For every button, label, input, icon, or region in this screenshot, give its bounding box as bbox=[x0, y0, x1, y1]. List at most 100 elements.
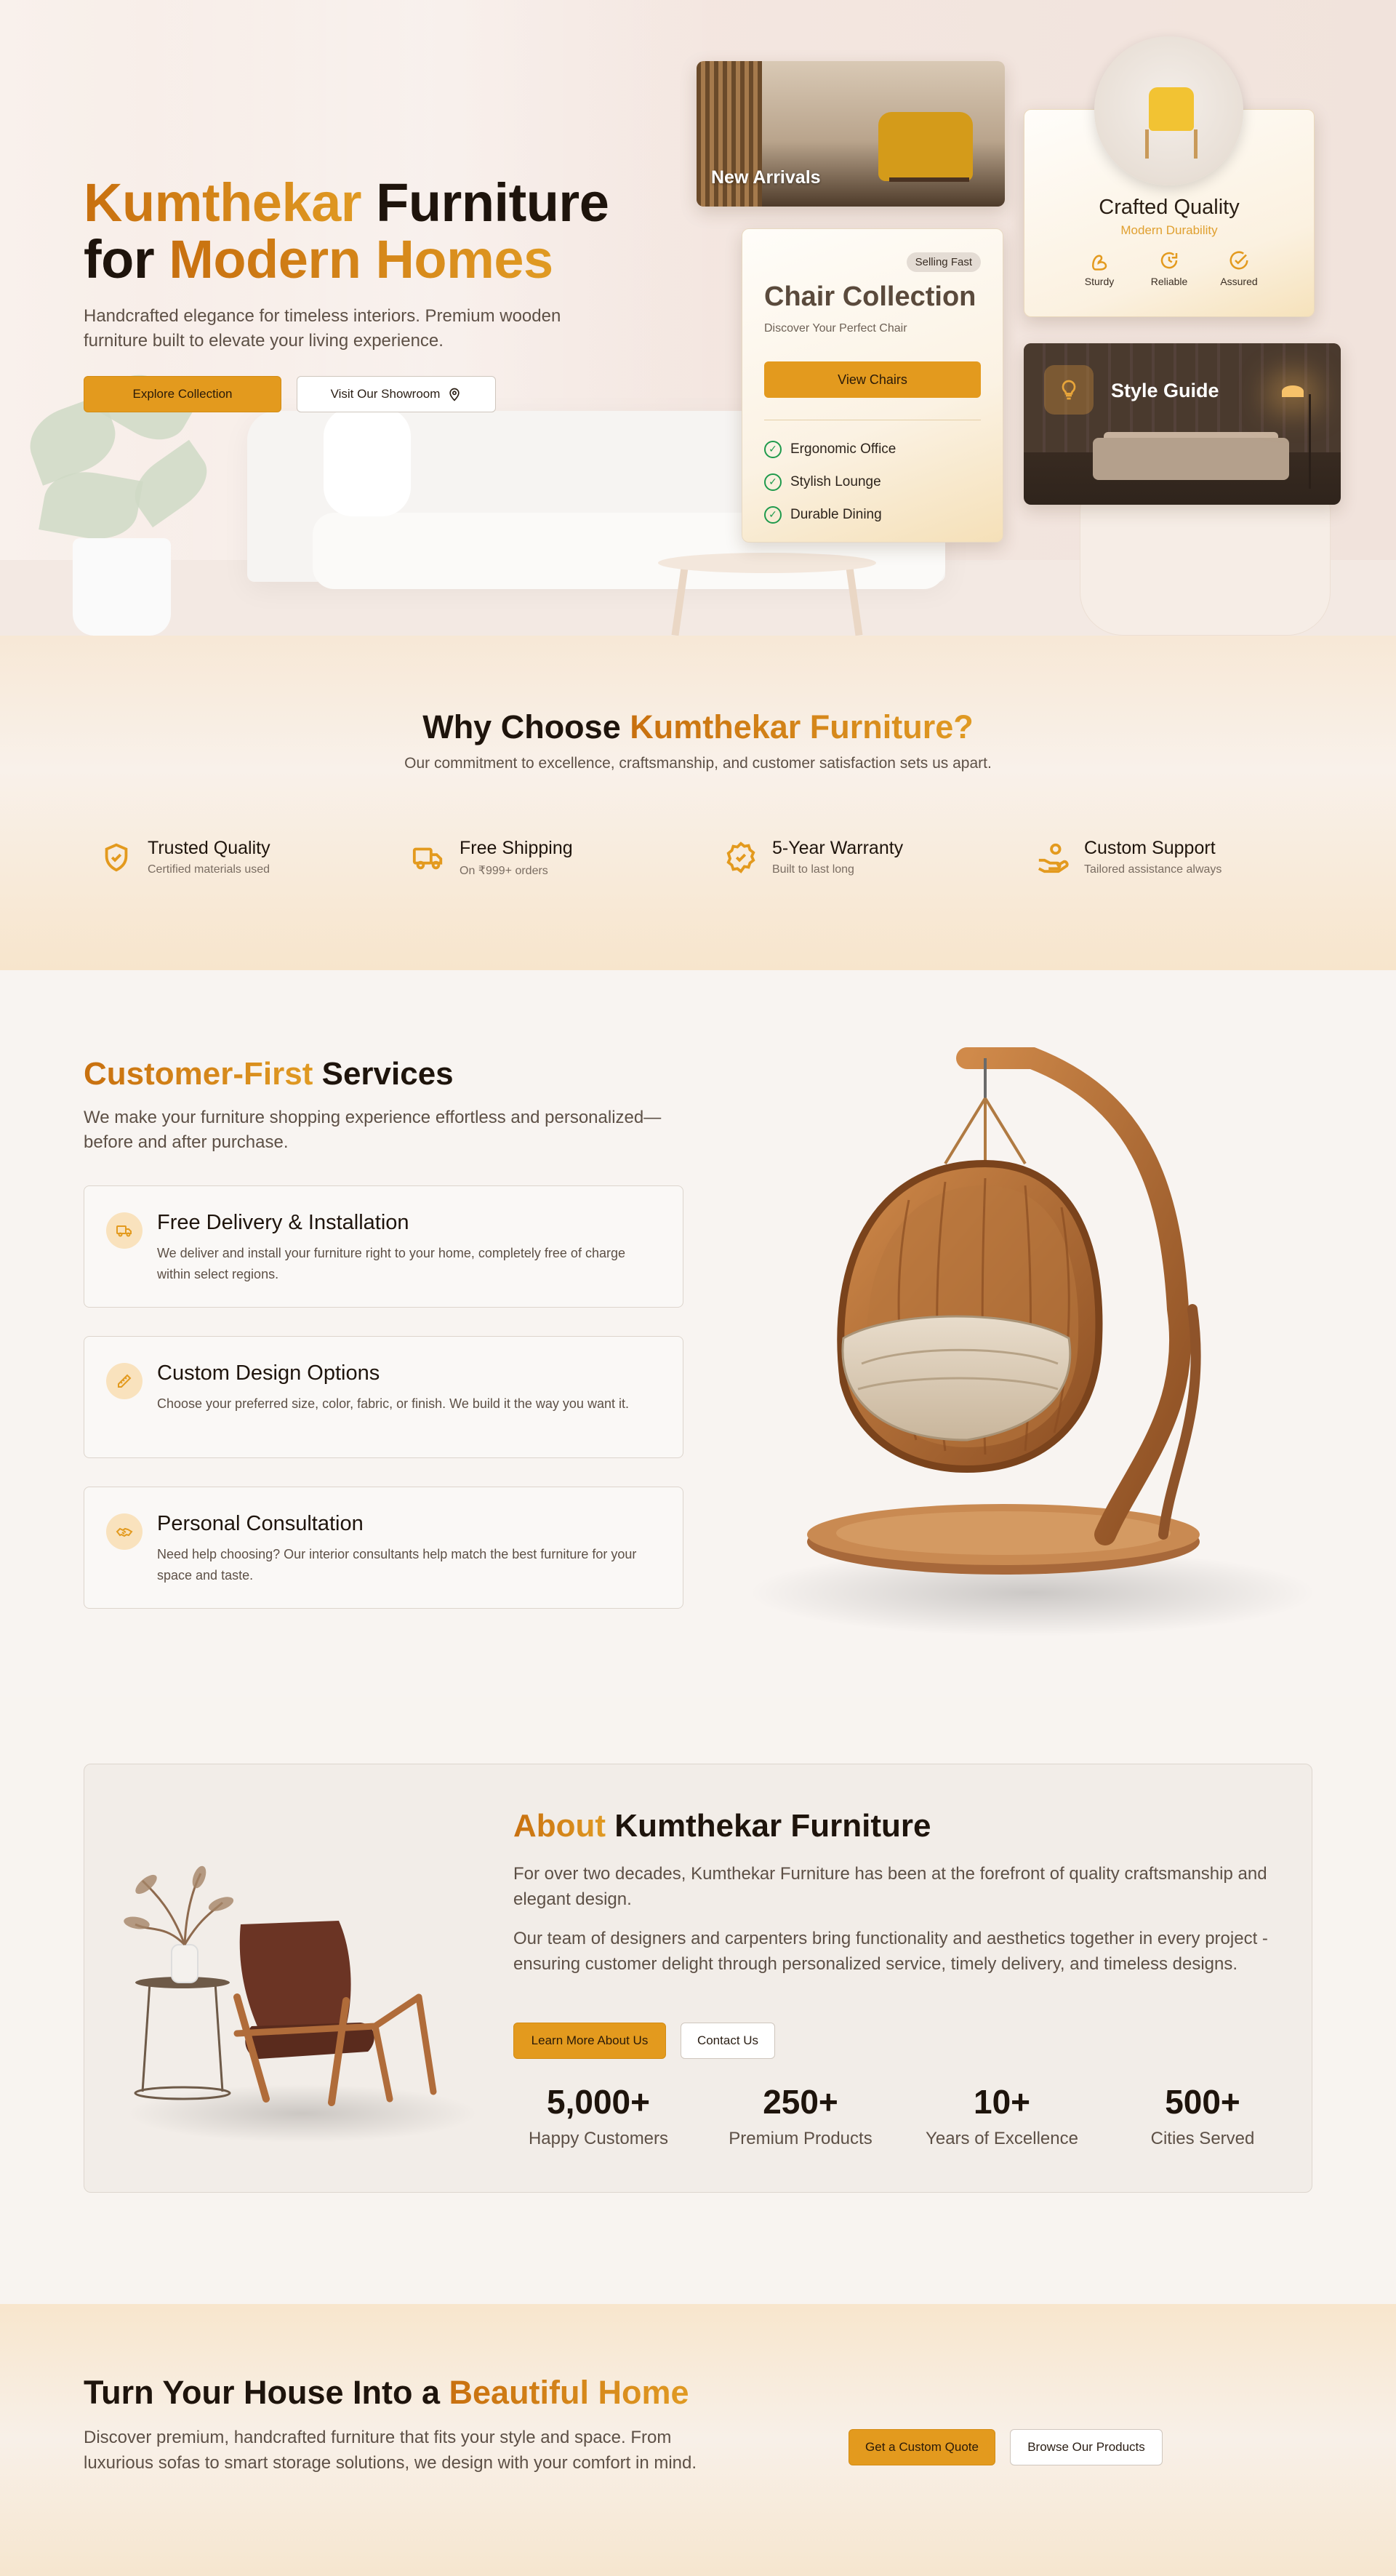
quality-item: Sturdy bbox=[1075, 249, 1123, 287]
feature-subtitle: Certified materials used bbox=[148, 863, 270, 876]
cta-section: Turn Your House Into a Beautiful Home Di… bbox=[0, 2304, 1396, 2576]
map-pin-icon bbox=[449, 388, 460, 401]
quality-label: Assured bbox=[1220, 276, 1258, 287]
service-icon-wrap bbox=[106, 1363, 143, 1399]
stat-number: 5,000+ bbox=[547, 2083, 650, 2121]
why-choose-section: Why Choose Kumthekar Furniture? Our comm… bbox=[0, 636, 1396, 970]
stat-happy-customers: 5,000+ Happy Customers bbox=[504, 2082, 693, 2149]
service-description: Choose your preferred size, color, fabri… bbox=[157, 1396, 629, 1411]
chair-collection-title: Chair Collection bbox=[764, 281, 976, 312]
learn-more-label: Learn More About Us bbox=[531, 2033, 649, 2047]
coffee-table bbox=[658, 553, 876, 573]
stat-label: Premium Products bbox=[729, 2129, 872, 2148]
crafted-quality-title: Crafted Quality bbox=[1099, 196, 1240, 219]
yellow-chair-legs bbox=[1145, 129, 1198, 159]
plant-pot bbox=[73, 538, 171, 636]
crafted-quality-subtitle: Modern Durability bbox=[1120, 223, 1218, 237]
service-icon-wrap bbox=[106, 1513, 143, 1550]
style-guide-card[interactable]: Style Guide bbox=[1024, 343, 1341, 505]
services-subtitle: We make your furniture shopping experien… bbox=[84, 1108, 662, 1152]
about-paragraph-2: Our team of designers and carpenters bri… bbox=[513, 1929, 1268, 1974]
quality-item: Assured bbox=[1215, 249, 1263, 287]
service-description: Need help choosing? Our interior consult… bbox=[157, 1547, 637, 1583]
custom-quote-label: Get a Custom Quote bbox=[865, 2440, 979, 2454]
cabinet-image bbox=[1080, 495, 1331, 636]
style-guide-label: Style Guide bbox=[1111, 380, 1219, 401]
pencil-ruler-icon bbox=[118, 1374, 132, 1388]
learn-more-button[interactable]: Learn More About Us bbox=[513, 2023, 666, 2059]
quality-icons: Sturdy Reliable Assured bbox=[1024, 249, 1314, 287]
selling-fast-badge: Selling Fast bbox=[906, 252, 981, 272]
service-card-custom-design: Custom Design Options Choose your prefer… bbox=[84, 1336, 683, 1458]
about-title-highlight: About bbox=[513, 1808, 606, 1844]
stat-label: Years of Excellence bbox=[926, 2129, 1078, 2148]
feature-text: Trusted Quality Certified materials used bbox=[148, 838, 270, 876]
stat-cities-served: 500+ Cities Served bbox=[1108, 2082, 1297, 2149]
quality-label: Sturdy bbox=[1084, 276, 1115, 287]
refresh-icon bbox=[1160, 252, 1178, 269]
hero-title-for: for bbox=[84, 229, 169, 289]
hero-title: Kumthekar Furniture for Modern Homes bbox=[84, 175, 609, 288]
chair-feature-item: ✓ Ergonomic Office bbox=[764, 433, 896, 465]
explore-collection-button[interactable]: Explore Collection bbox=[84, 376, 281, 412]
service-icon-wrap bbox=[106, 1212, 143, 1249]
feature-trusted-quality: Trusted Quality Certified materials used bbox=[100, 838, 270, 876]
arm-icon bbox=[1091, 255, 1107, 271]
feature-subtitle: Tailored assistance always bbox=[1084, 863, 1222, 876]
cta-title-prefix: Turn Your House Into a bbox=[84, 2374, 449, 2411]
contact-us-button[interactable]: Contact Us bbox=[681, 2023, 775, 2059]
chair-feature-label: Durable Dining bbox=[790, 506, 882, 522]
leather-armchair-image bbox=[124, 1865, 477, 2143]
handshake-icon bbox=[116, 1527, 133, 1537]
chair-feature-item: ✓ Durable Dining bbox=[764, 498, 896, 531]
hero-title-modern-homes: Modern Homes bbox=[169, 229, 553, 289]
lightbulb-icon-box bbox=[1044, 365, 1094, 415]
lamp-stand bbox=[1309, 394, 1311, 489]
chair-base bbox=[889, 177, 969, 182]
check-circle-icon: ✓ bbox=[764, 505, 782, 524]
why-title-prefix: Why Choose bbox=[422, 708, 630, 745]
hero-title-furniture: Furniture bbox=[361, 172, 609, 233]
feature-title: Trusted Quality bbox=[148, 838, 270, 858]
sofa-cushion bbox=[324, 407, 411, 516]
service-title: Custom Design Options bbox=[157, 1361, 380, 1385]
yellow-chair-image bbox=[1094, 36, 1243, 185]
service-card-consultation: Personal Consultation Need help choosing… bbox=[84, 1487, 683, 1609]
hero-title-brand: Kumthekar bbox=[84, 172, 362, 233]
explore-collection-label: Explore Collection bbox=[132, 387, 233, 401]
check-circle-icon: ✓ bbox=[764, 473, 782, 491]
browse-products-button[interactable]: Browse Our Products bbox=[1010, 2429, 1163, 2465]
chair-feature-item: ✓ Stylish Lounge bbox=[764, 465, 896, 498]
about-title-rest: Kumthekar Furniture bbox=[606, 1808, 931, 1844]
stat-number: 250+ bbox=[763, 2083, 838, 2121]
about-paragraph-1: For over two decades, Kumthekar Furnitur… bbox=[513, 1864, 1267, 1909]
why-title-brand: Kumthekar Furniture? bbox=[630, 708, 974, 745]
feature-warranty: 5-Year Warranty Built to last long bbox=[724, 838, 903, 876]
feature-title: Custom Support bbox=[1084, 838, 1216, 858]
sofa-image bbox=[1093, 438, 1289, 480]
why-subtitle: Our commitment to excellence, craftsmans… bbox=[404, 755, 992, 772]
services-title-rest: Services bbox=[313, 1056, 454, 1092]
quality-item: Reliable bbox=[1145, 249, 1193, 287]
stat-number: 500+ bbox=[1165, 2083, 1240, 2121]
cta-subtitle: Discover premium, handcrafted furniture … bbox=[84, 2428, 697, 2473]
service-title: Personal Consultation bbox=[157, 1512, 364, 1535]
custom-quote-button[interactable]: Get a Custom Quote bbox=[849, 2429, 995, 2465]
truck-icon bbox=[412, 847, 443, 870]
feature-free-shipping: Free Shipping On ₹999+ orders bbox=[412, 838, 573, 878]
visit-showroom-button[interactable]: Visit Our Showroom bbox=[297, 376, 496, 412]
stat-premium-products: 250+ Premium Products bbox=[706, 2082, 895, 2149]
new-arrivals-card[interactable]: New Arrivals bbox=[697, 61, 1005, 207]
check-circle-icon bbox=[1229, 251, 1248, 270]
feature-text: Custom Support Tailored assistance alway… bbox=[1084, 838, 1222, 876]
feature-title: 5-Year Warranty bbox=[772, 838, 904, 858]
feature-subtitle: Built to last long bbox=[772, 863, 854, 876]
stat-number: 10+ bbox=[973, 2083, 1031, 2121]
services-title: Customer-First Services bbox=[84, 1056, 454, 1092]
chair-feature-label: Ergonomic Office bbox=[790, 441, 896, 457]
shield-check-icon bbox=[105, 843, 128, 872]
feature-custom-support: Custom Support Tailored assistance alway… bbox=[1036, 838, 1222, 876]
view-chairs-button[interactable]: View Chairs bbox=[764, 361, 981, 398]
chair-feature-label: Stylish Lounge bbox=[790, 473, 881, 489]
services-title-highlight: Customer-First bbox=[84, 1056, 313, 1092]
